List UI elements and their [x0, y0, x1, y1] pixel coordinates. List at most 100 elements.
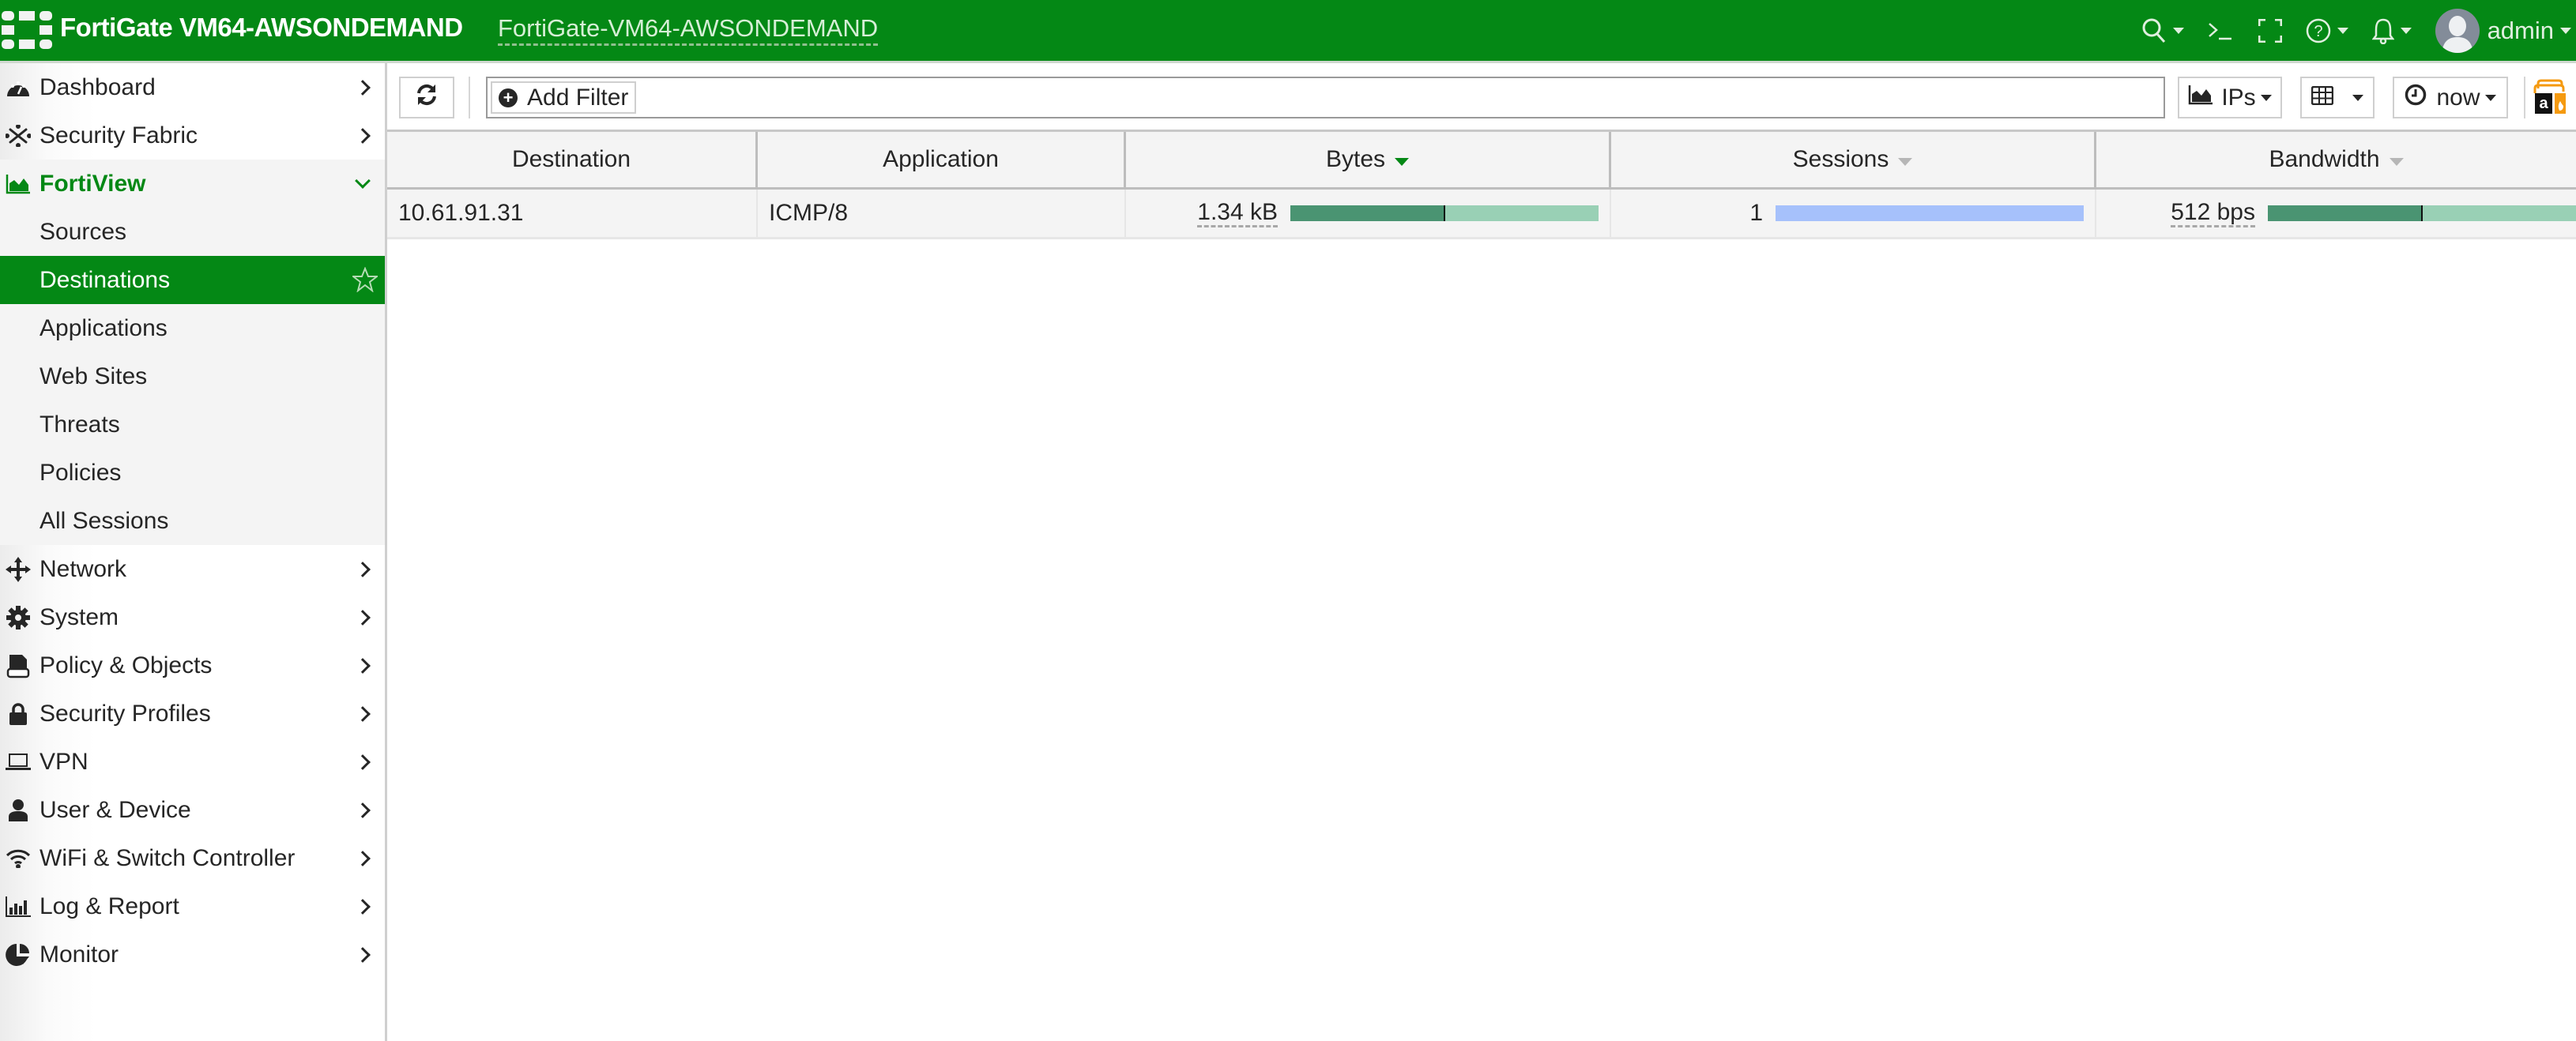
refresh-icon	[416, 84, 438, 112]
sidebar-item-monitor[interactable]: Monitor	[0, 930, 385, 979]
user-avatar-icon	[2435, 8, 2480, 53]
plus-circle-icon: +	[499, 88, 518, 107]
sidebar-item-wifi-switch[interactable]: WiFi & Switch Controller	[0, 834, 385, 882]
chevron-right-icon	[355, 561, 371, 577]
sidebar-subitem-threats[interactable]: Threats	[0, 400, 385, 449]
sidebar-item-label: VPN	[40, 748, 89, 775]
svg-text:?: ?	[2314, 23, 2322, 40]
column-header-sessions[interactable]: Sessions	[1611, 132, 2096, 187]
user-menu-button[interactable]: admin	[2435, 8, 2571, 53]
sidebar-item-system[interactable]: System	[0, 593, 385, 641]
chevron-right-icon	[355, 609, 371, 626]
chevron-right-icon	[355, 802, 371, 818]
sidebar-item-security-fabric[interactable]: Security Fabric	[0, 111, 385, 160]
cell-application: ICMP/8	[758, 190, 1126, 237]
sort-desc-icon	[2389, 158, 2404, 166]
column-header-label: Bytes	[1325, 146, 1386, 172]
chevron-down-icon	[2337, 27, 2348, 34]
hostname-link[interactable]: FortiGate-VM64-AWSONDEMAND	[498, 14, 879, 46]
arrows-move-icon	[5, 556, 32, 583]
bandwidth-value[interactable]: 512 bps	[2171, 199, 2255, 227]
refresh-button[interactable]	[399, 77, 454, 118]
sidebar-item-network[interactable]: Network	[0, 545, 385, 593]
column-header-label: Destination	[511, 146, 631, 172]
sidebar-item-label: Network	[40, 555, 127, 582]
sidebar-item-fortiview[interactable]: FortiView	[0, 160, 385, 208]
bytes-received-segment	[1444, 205, 1599, 221]
user-icon	[5, 797, 32, 824]
sidebar-item-label: Log & Report	[40, 893, 179, 919]
sidebar-item-log-report[interactable]: Log & Report	[0, 882, 385, 930]
search-icon	[2141, 17, 2167, 44]
chevron-right-icon	[355, 657, 371, 674]
filter-input[interactable]: + Add Filter	[486, 77, 2165, 118]
column-header-application[interactable]: Application	[758, 132, 1126, 187]
destination-value: 10.61.91.31	[398, 200, 524, 226]
fortiview-group: FortiView Sources Destinations Applicati…	[0, 160, 385, 545]
bandwidth-bar	[2268, 205, 2576, 221]
favorite-star-icon[interactable]	[351, 266, 379, 296]
help-button[interactable]: ?	[2306, 18, 2348, 43]
area-chart-icon	[2188, 85, 2213, 111]
sidebar-item-label: Security Fabric	[40, 122, 198, 148]
time-range-dropdown[interactable]: now	[2393, 77, 2508, 118]
help-icon: ?	[2306, 18, 2331, 43]
column-header-destination[interactable]: Destination	[387, 132, 758, 187]
column-header-bytes[interactable]: Bytes	[1126, 132, 1611, 187]
sidebar-subitem-policies[interactable]: Policies	[0, 449, 385, 497]
sidebar-item-security-profiles[interactable]: Security Profiles	[0, 690, 385, 738]
sidebar-subitem-web-sites[interactable]: Web Sites	[0, 352, 385, 400]
chevron-right-icon	[355, 705, 371, 722]
add-filter-button[interactable]: + Add Filter	[491, 81, 637, 114]
table-row[interactable]: 10.61.91.31 ICMP/8 1.34 kB 1 512 bps	[387, 190, 2576, 239]
destinations-table: Destination Application Bytes Sessions B…	[387, 132, 2576, 239]
toolbar-divider	[2524, 77, 2525, 118]
chevron-right-icon	[355, 754, 371, 770]
notifications-bell-icon	[2371, 17, 2394, 44]
bytes-bar	[1290, 205, 1599, 221]
sort-desc-icon	[1395, 158, 1410, 166]
aws-fabric-connector-icon[interactable]: a	[2533, 79, 2570, 119]
sidebar-subitem-all-sessions[interactable]: All Sessions	[0, 497, 385, 545]
svg-text:a: a	[2539, 95, 2548, 112]
sidebar-subitem-sources[interactable]: Sources	[0, 208, 385, 256]
fullscreen-icon	[2258, 18, 2282, 43]
sidebar-item-label: Dashboard	[40, 73, 156, 100]
toolbar-divider	[469, 77, 470, 118]
view-mode-dropdown[interactable]: IPs	[2178, 77, 2282, 118]
security-fabric-icon	[5, 122, 32, 149]
chevron-down-icon	[2560, 27, 2571, 34]
chevron-down-icon	[2484, 94, 2496, 101]
table-header-row: Destination Application Bytes Sessions B…	[387, 132, 2576, 190]
notifications-button[interactable]	[2371, 17, 2412, 44]
column-header-label: Sessions	[1792, 146, 1889, 172]
sidebar-subitem-applications[interactable]: Applications	[0, 304, 385, 352]
sidebar-item-user-device[interactable]: User & Device	[0, 786, 385, 834]
sessions-bar	[1776, 205, 2084, 221]
sidebar-item-label: Policy & Objects	[40, 652, 213, 678]
table-view-dropdown[interactable]	[2300, 77, 2375, 118]
cli-console-button[interactable]	[2208, 21, 2235, 41]
sidebar-item-label: FortiView	[40, 170, 146, 197]
sidebar-item-policy-objects[interactable]: Policy & Objects	[0, 641, 385, 690]
cell-bytes: 1.34 kB	[1126, 190, 1611, 237]
dashboard-icon	[5, 74, 32, 101]
sidebar-subitem-destinations[interactable]: Destinations	[0, 256, 385, 304]
chevron-down-icon	[2352, 94, 2363, 101]
search-button[interactable]	[2141, 17, 2184, 44]
application-value: ICMP/8	[769, 200, 849, 226]
sidebar-item-dashboard[interactable]: Dashboard	[0, 63, 385, 111]
bytes-value[interactable]: 1.34 kB	[1197, 199, 1278, 227]
sessions-segment	[1776, 205, 2084, 221]
sidebar-subitem-label: Destinations	[40, 266, 171, 293]
gear-icon	[5, 604, 32, 631]
bar-divider	[1444, 205, 1445, 221]
sidebar-subitem-label: Web Sites	[40, 363, 148, 389]
fullscreen-button[interactable]	[2258, 18, 2282, 43]
top-header-bar: FortiGate VM64-AWSONDEMAND FortiGate-VM6…	[0, 0, 2576, 63]
sidebar-item-vpn[interactable]: VPN	[0, 738, 385, 786]
lock-icon	[5, 701, 32, 727]
brand-title: FortiGate VM64-AWSONDEMAND	[60, 13, 463, 42]
pie-chart-icon	[5, 941, 32, 968]
column-header-bandwidth[interactable]: Bandwidth	[2096, 132, 2576, 187]
